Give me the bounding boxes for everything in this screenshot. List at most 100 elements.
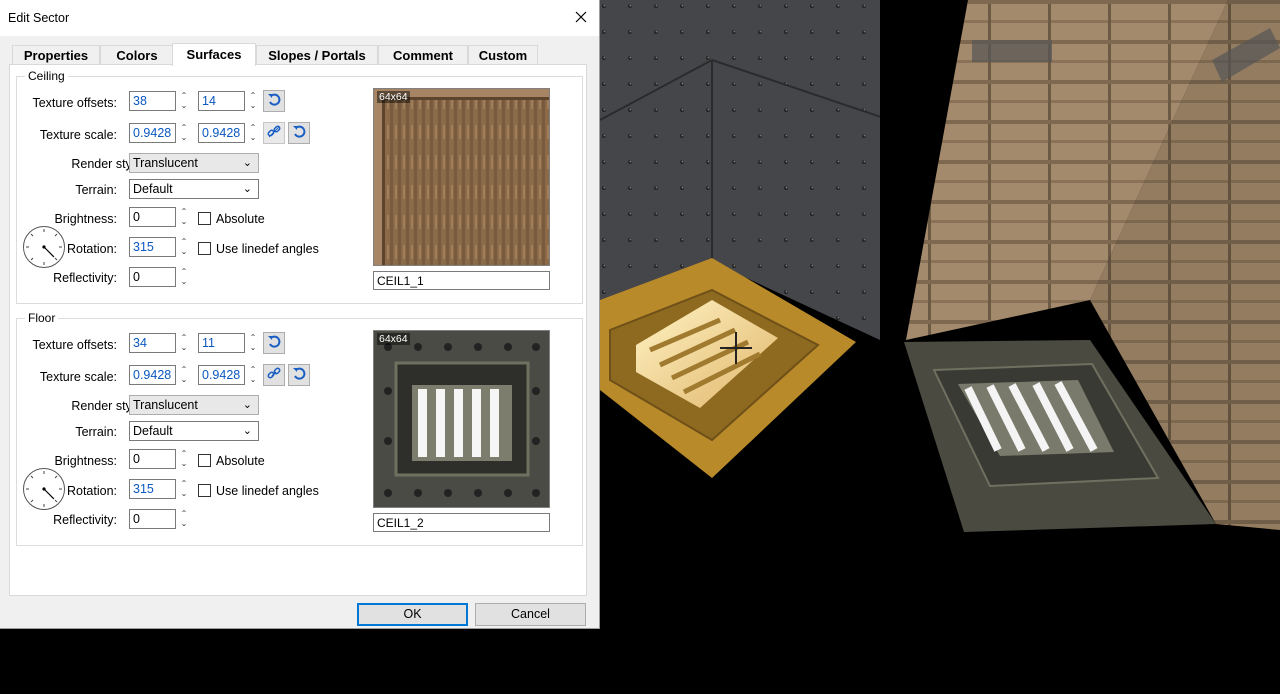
ceiling-texture-name-input[interactable]	[373, 271, 550, 290]
edit-sector-dialog: Edit Sector Properties Colors Surfaces S…	[0, 0, 600, 629]
floor-render-style-value: Translucent	[133, 398, 198, 412]
ceiling-reflectivity-spin[interactable]: ⌃ ⌄	[179, 267, 189, 287]
tab-colors[interactable]: Colors	[100, 45, 174, 66]
spin-up-icon: ⌃	[180, 123, 188, 132]
spin-up-icon: ⌃	[249, 333, 257, 342]
ceiling-offset-x-spin[interactable]: ⌃ ⌄	[179, 91, 189, 111]
spin-up-icon: ⌃	[180, 509, 188, 518]
floor-scale-x-input[interactable]	[129, 365, 176, 385]
ceiling-use-linedef-angles-checkbox[interactable]	[198, 242, 211, 255]
ceiling-render-style-value: Translucent	[133, 156, 198, 170]
ceiling-rotation-spin[interactable]: ⌃ ⌄	[179, 237, 189, 257]
floor-scale-y-input[interactable]	[198, 365, 245, 385]
ok-button[interactable]: OK	[357, 603, 468, 626]
ceiling-scale-y-spin[interactable]: ⌃ ⌄	[248, 123, 258, 143]
spin-down-icon: ⌄	[249, 343, 257, 352]
surfaces-tab-page: Ceiling Texture offsets: ⌃⌄ ⌃⌄ Texture s…	[9, 64, 587, 596]
floor-offsets-reset-button[interactable]	[263, 332, 285, 354]
ceiling-texture-size: 64x64	[377, 91, 410, 103]
spin-up-icon: ⌃	[249, 123, 257, 132]
floor-scale-reset-button[interactable]	[288, 364, 310, 386]
floor-rotation-label: Rotation:	[66, 484, 117, 498]
spin-up-icon: ⌃	[180, 91, 188, 100]
ceiling-group-title: Ceiling	[25, 69, 68, 83]
floor-brightness-spin[interactable]: ⌃ ⌄	[179, 449, 189, 469]
floor-offset-y-input[interactable]	[198, 333, 245, 353]
floor-terrain-select[interactable]: Default ⌄	[129, 421, 259, 441]
ceiling-terrain-select[interactable]: Default ⌄	[129, 179, 259, 199]
floor-group-title: Floor	[25, 311, 59, 325]
undo-arrow-icon	[267, 335, 281, 352]
undo-arrow-icon	[292, 125, 306, 142]
ceiling-offsets-reset-button[interactable]	[263, 90, 285, 112]
ceiling-scale-label: Texture scale:	[39, 128, 117, 142]
ceiling-offset-x-input[interactable]	[129, 91, 176, 111]
floor-texture-size: 64x64	[377, 333, 410, 345]
floor-texture-preview[interactable]: 64x64	[373, 330, 550, 508]
chain-link-broken-icon	[267, 125, 281, 142]
cancel-button[interactable]: Cancel	[475, 603, 586, 626]
ceiling-terrain-value: Default	[133, 182, 173, 196]
ceiling-texture-image	[374, 89, 549, 265]
ceiling-brightness-label: Brightness:	[54, 212, 117, 226]
spin-down-icon: ⌄	[180, 519, 188, 528]
ceiling-brightness-input[interactable]	[129, 207, 176, 227]
ceiling-scale-y-input[interactable]	[198, 123, 245, 143]
ceiling-absolute-label: Absolute	[216, 212, 265, 226]
title-bar: Edit Sector	[0, 0, 599, 36]
floor-brightness-input[interactable]	[129, 449, 176, 469]
floor-absolute-checkbox[interactable]	[198, 454, 211, 467]
ceiling-reflectivity-input[interactable]	[129, 267, 176, 287]
ceiling-scale-x-input[interactable]	[129, 123, 176, 143]
floor-reflectivity-spin[interactable]: ⌃ ⌄	[179, 509, 189, 529]
spin-down-icon: ⌄	[180, 375, 188, 384]
ceiling-absolute-checkbox[interactable]	[198, 212, 211, 225]
ceiling-texture-preview[interactable]: 64x64	[373, 88, 550, 266]
spin-up-icon: ⌃	[180, 449, 188, 458]
tab-custom[interactable]: Custom	[468, 45, 538, 66]
ceiling-scale-reset-button[interactable]	[288, 122, 310, 144]
spin-down-icon: ⌄	[180, 277, 188, 286]
floor-render-style-select[interactable]: Translucent ⌄	[129, 395, 259, 415]
ceiling-rotation-input[interactable]	[129, 237, 176, 257]
chevron-down-icon: ⌄	[242, 399, 252, 411]
floor-terrain-label: Terrain:	[75, 425, 117, 439]
floor-reflectivity-input[interactable]	[129, 509, 176, 529]
tab-properties[interactable]: Properties	[12, 45, 100, 66]
ceiling-render-style-select[interactable]: Translucent ⌄	[129, 153, 259, 173]
chevron-down-icon: ⌄	[242, 183, 252, 195]
tab-surfaces[interactable]: Surfaces	[172, 43, 256, 66]
spin-down-icon: ⌄	[180, 459, 188, 468]
ceiling-reflectivity-label: Reflectivity:	[53, 271, 117, 285]
ceiling-scale-link-button[interactable]	[263, 122, 285, 144]
floor-rotation-spin[interactable]: ⌃ ⌄	[179, 479, 189, 499]
floor-offset-x-input[interactable]	[129, 333, 176, 353]
floor-scale-x-spin[interactable]: ⌃ ⌄	[179, 365, 189, 385]
ceiling-offsets-label: Texture offsets:	[32, 96, 117, 110]
ceiling-brightness-spin[interactable]: ⌃ ⌄	[179, 207, 189, 227]
spin-up-icon: ⌃	[180, 333, 188, 342]
floor-rotation-input[interactable]	[129, 479, 176, 499]
floor-scale-label: Texture scale:	[39, 370, 117, 384]
spin-down-icon: ⌄	[180, 247, 188, 256]
floor-use-linedef-angles-label: Use linedef angles	[216, 484, 319, 498]
floor-reflectivity-label: Reflectivity:	[53, 513, 117, 527]
close-button[interactable]	[563, 0, 599, 36]
ceiling-rotation-label: Rotation:	[66, 242, 117, 256]
spin-down-icon: ⌄	[180, 133, 188, 142]
ceiling-scale-x-spin[interactable]: ⌃ ⌄	[179, 123, 189, 143]
ceiling-offset-y-input[interactable]	[198, 91, 245, 111]
floor-offset-x-spin[interactable]: ⌃ ⌄	[179, 333, 189, 353]
floor-scale-y-spin[interactable]: ⌃ ⌄	[248, 365, 258, 385]
ceiling-offset-y-spin[interactable]: ⌃ ⌄	[248, 91, 258, 111]
spin-down-icon: ⌄	[180, 489, 188, 498]
tab-slopes-portals[interactable]: Slopes / Portals	[256, 45, 378, 66]
ceiling-terrain-label: Terrain:	[75, 183, 117, 197]
tab-comment[interactable]: Comment	[378, 45, 468, 66]
floor-texture-name-input[interactable]	[373, 513, 550, 532]
floor-offset-y-spin[interactable]: ⌃ ⌄	[248, 333, 258, 353]
spin-up-icon: ⌃	[180, 365, 188, 374]
floor-scale-link-button[interactable]	[263, 364, 285, 386]
spin-up-icon: ⌃	[249, 91, 257, 100]
floor-use-linedef-angles-checkbox[interactable]	[198, 484, 211, 497]
